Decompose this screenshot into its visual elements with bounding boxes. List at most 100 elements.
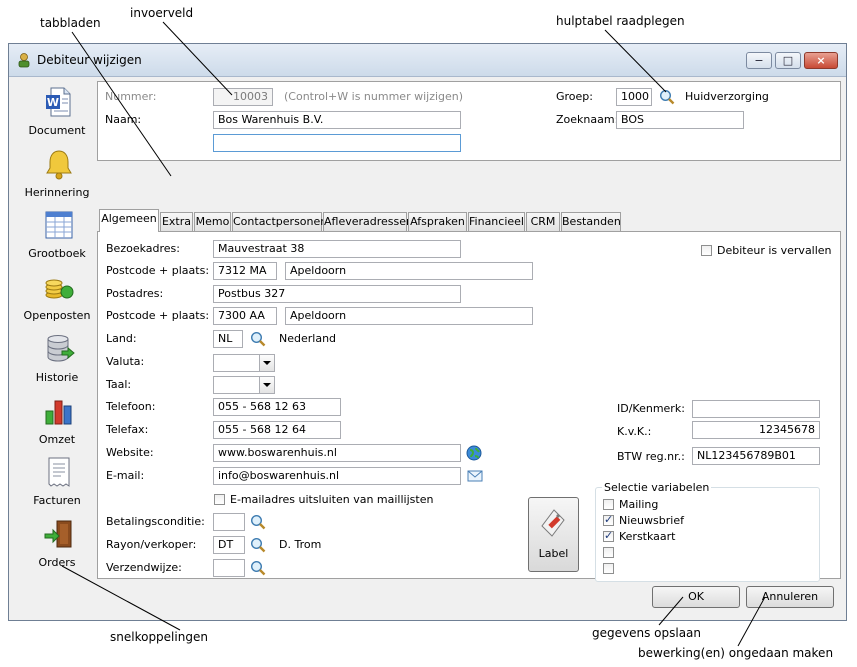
tab-extra[interactable]: Extra (160, 212, 193, 231)
email-field[interactable]: info@boswarenhuis.nl (213, 467, 461, 485)
tag-icon (541, 509, 565, 537)
selectie-mailing-checkbox[interactable] (603, 499, 614, 510)
header-panel: Nummer: 10003 (Control+W is nummer wijzi… (97, 81, 841, 161)
groep-field[interactable]: 1000 (616, 88, 652, 106)
plaats1-field[interactable]: Apeldoorn (285, 262, 533, 280)
id-field[interactable] (692, 400, 820, 418)
sidebar-item-orders[interactable]: Orders (13, 518, 101, 576)
telefax-field[interactable]: 055 - 568 12 64 (213, 421, 341, 439)
tab-afspraken[interactable]: Afspraken (408, 212, 467, 231)
naam2-field[interactable] (213, 134, 461, 152)
callout-invoerveld: invoerveld (130, 6, 194, 20)
verzend-label: Verzendwijze: (106, 561, 182, 574)
nummer-hint: (Control+W is nummer wijzigen) (284, 90, 464, 103)
sidebar-item-label: Herinnering (24, 186, 90, 199)
selectie-nieuwsbrief-checkbox[interactable] (603, 513, 614, 526)
ledger-icon (45, 211, 73, 239)
sidebar-item-omzet[interactable]: Omzet (13, 395, 101, 453)
email-label: E-mail: (106, 469, 145, 482)
naam-field[interactable]: Bos Warenhuis B.V. (213, 111, 461, 129)
close-button[interactable]: × (804, 52, 838, 69)
website-label: Website: (106, 446, 154, 459)
maximize-button[interactable]: □ (775, 52, 801, 69)
selectie-extra2-checkbox[interactable] (603, 563, 614, 574)
btw-label: BTW reg.nr.: (617, 450, 685, 463)
tab-content-algemeen: Bezoekadres: Mauvestraat 38 Postcode + p… (97, 231, 841, 582)
postcode1-field[interactable]: 7312 MA (213, 262, 277, 280)
sidebar-item-label: Document (28, 124, 86, 137)
invoice-icon (48, 457, 70, 487)
nummer-field[interactable]: 10003 (213, 88, 273, 106)
mail-icon[interactable] (467, 468, 483, 484)
database-icon (47, 335, 75, 362)
annuleren-button[interactable]: Annuleren (746, 586, 834, 608)
selectie-extra1-checkbox[interactable] (603, 547, 614, 558)
vervallen-label: Debiteur is vervallen (717, 244, 832, 257)
bezoekadres-label: Bezoekadres: (106, 242, 180, 255)
tab-afleveradressen[interactable]: Afleveradressen (323, 212, 413, 231)
postcode2-label: Postcode + plaats: (106, 309, 210, 322)
svg-text:W: W (47, 96, 59, 109)
land-lookup-icon[interactable] (250, 331, 266, 347)
minimize-button[interactable]: − (746, 52, 772, 69)
chevron-down-icon[interactable] (259, 377, 274, 393)
callout-ongedaan: bewerking(en) ongedaan maken (638, 646, 834, 660)
groep-lookup-icon[interactable] (659, 89, 675, 105)
postcode1-label: Postcode + plaats: (106, 264, 210, 277)
postcode2-field[interactable]: 7300 AA (213, 307, 277, 325)
kvk-field[interactable]: 12345678 (692, 421, 820, 439)
website-field[interactable]: www.boswarenhuis.nl (213, 444, 461, 462)
tab-contactpersonen[interactable]: Contactpersonen (232, 212, 327, 231)
btw-field[interactable]: NL123456789B01 (692, 447, 820, 465)
taal-label: Taal: (106, 378, 132, 391)
tab-crm[interactable]: CRM (526, 212, 560, 231)
naam-label: Naam: (105, 113, 142, 126)
callout-tabbladen: tabbladen (40, 16, 101, 30)
rayon-field[interactable]: DT (213, 536, 245, 554)
tab-memo[interactable]: Memo (194, 212, 231, 231)
callout-hulptabel: hulptabel raadplegen (556, 14, 685, 28)
sidebar-item-label: Historie (35, 371, 79, 384)
valuta-select[interactable] (213, 354, 275, 372)
globe-icon[interactable] (466, 445, 482, 461)
tab-algemeen[interactable]: Algemeen (99, 209, 159, 232)
label-button[interactable]: Label (528, 497, 579, 572)
tab-financieel[interactable]: Financieel (468, 212, 525, 231)
betaling-field[interactable] (213, 513, 245, 531)
sidebar-item-herinnering[interactable]: Herinnering (13, 148, 101, 206)
window-title: Debiteur wijzigen (37, 53, 142, 67)
betaling-lookup-icon[interactable] (250, 514, 266, 530)
sidebar-item-openposten[interactable]: Openposten (13, 271, 101, 329)
sidebar-item-facturen[interactable]: Facturen (13, 456, 101, 514)
vervallen-checkbox[interactable] (701, 245, 712, 256)
telefoon-field[interactable]: 055 - 568 12 63 (213, 398, 341, 416)
postadres-field[interactable]: Postbus 327 (213, 285, 461, 303)
sidebar-item-grootboek[interactable]: Grootboek (13, 209, 101, 267)
bell-icon (46, 150, 72, 180)
title-bar[interactable]: Debiteur wijzigen − □ × (9, 44, 846, 77)
tab-bestanden[interactable]: Bestanden (561, 212, 621, 231)
ok-button[interactable]: OK (652, 586, 740, 608)
taal-select[interactable] (213, 376, 275, 394)
sidebar-item-document[interactable]: W Document (13, 86, 101, 144)
door-icon (44, 520, 72, 548)
selectie-kerstkaart-checkbox[interactable] (603, 529, 614, 542)
id-label: ID/Kenmerk: (617, 402, 685, 415)
betaling-label: Betalingsconditie: (106, 515, 205, 528)
plaats2-field[interactable]: Apeldoorn (285, 307, 533, 325)
nummer-label: Nummer: (105, 90, 157, 103)
email-exclude-checkbox[interactable] (214, 494, 225, 505)
rayon-lookup-icon[interactable] (250, 537, 266, 553)
groep-name: Huidverzorging (685, 90, 769, 103)
coins-icon (45, 279, 74, 299)
chevron-down-icon[interactable] (259, 355, 274, 371)
bezoekadres-field[interactable]: Mauvestraat 38 (213, 240, 461, 258)
zoeknaam-field[interactable]: BOS (616, 111, 744, 129)
verzend-lookup-icon[interactable] (250, 560, 266, 576)
selectie-kerstkaart-label: Kerstkaart (619, 530, 676, 543)
sidebar-item-label: Grootboek (28, 247, 86, 260)
land-field[interactable]: NL (213, 330, 243, 348)
verzend-field[interactable] (213, 559, 245, 577)
sidebar-item-historie[interactable]: Historie (13, 333, 101, 391)
selectie-nieuwsbrief-label: Nieuwsbrief (619, 514, 684, 527)
